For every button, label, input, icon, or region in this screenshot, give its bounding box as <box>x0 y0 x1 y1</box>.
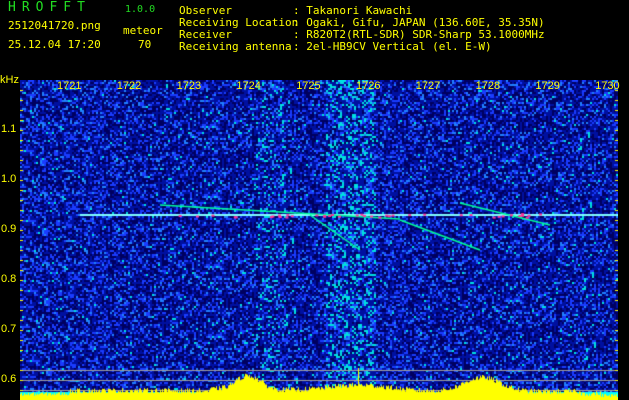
x-tick-label: 1728 <box>475 80 501 92</box>
info-value-antenna: : 2el-HB9CV Vertical (el. E-W) <box>293 40 492 53</box>
x-tick-label: 1723 <box>176 80 202 92</box>
y-tick-label: 0.8 <box>1 273 17 285</box>
y-axis-unit: kHz <box>0 74 19 86</box>
meteor-label: meteor <box>123 24 163 37</box>
x-tick-label: 1721 <box>57 80 82 92</box>
x-tick-label: 1727 <box>415 80 441 92</box>
y-tick-label: 0.9 <box>1 223 17 235</box>
filename: 2512041720.png <box>8 19 101 32</box>
y-tick-label: 0.7 <box>1 323 17 335</box>
y-tick-label: 1.1 <box>1 123 17 135</box>
x-tick-label: 1726 <box>356 80 381 92</box>
datetime: 25.12.04 17:20 <box>8 38 101 51</box>
x-tick-label: 1730 <box>595 80 620 92</box>
x-tick-label: 1725 <box>296 80 321 92</box>
meteor-count: 70 <box>138 38 152 51</box>
info-key-antenna: Receiving antenna <box>179 40 292 53</box>
x-tick-label: 1722 <box>116 80 142 92</box>
app-version: 1.0.0 <box>125 4 156 15</box>
y-tick-label: 1.0 <box>1 173 17 185</box>
x-tick-label: 1729 <box>535 80 560 92</box>
x-tick-label: 1724 <box>236 80 261 92</box>
app-title: HROFFT <box>8 0 91 15</box>
y-tick-label: 0.6 <box>1 373 17 385</box>
spectrogram <box>20 80 618 400</box>
